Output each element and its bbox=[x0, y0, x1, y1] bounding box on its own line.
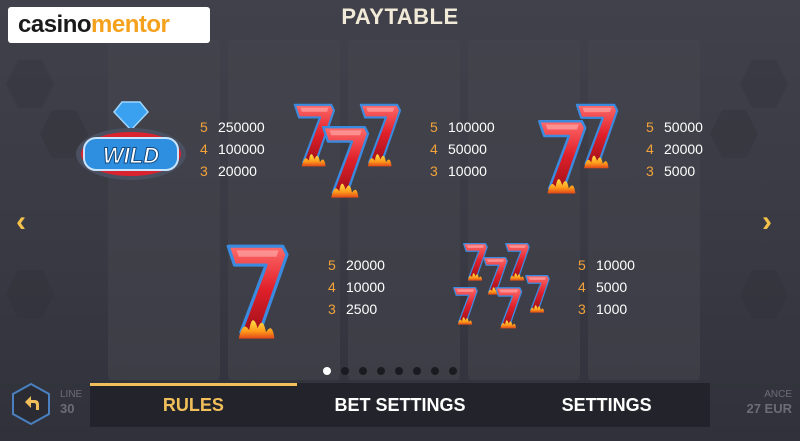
pay-value: 50000 bbox=[448, 141, 487, 157]
pay-count: 4 bbox=[430, 141, 438, 157]
line-label: LINE bbox=[60, 389, 83, 400]
tab-bar: RULES BET SETTINGS SETTINGS bbox=[90, 383, 710, 427]
hex-decoration bbox=[6, 270, 54, 318]
pay-row: 3 20000 bbox=[200, 160, 265, 182]
pay-count: 3 bbox=[646, 163, 654, 179]
hex-decoration bbox=[740, 270, 788, 318]
single-seven-symbol bbox=[218, 240, 302, 341]
pay-row: 4 10000 bbox=[328, 276, 385, 298]
pay-value: 10000 bbox=[448, 163, 487, 179]
hex-decoration bbox=[740, 60, 788, 108]
pay-count: 5 bbox=[200, 119, 208, 135]
double-seven-symbol bbox=[534, 100, 634, 200]
active-tab-indicator bbox=[90, 383, 297, 386]
pay-value: 20000 bbox=[346, 257, 385, 273]
pay-row: 3 10000 bbox=[430, 160, 495, 182]
single-seven-paytable: 5 20000 4 10000 3 2500 bbox=[328, 254, 385, 320]
tab-rules[interactable]: RULES bbox=[90, 383, 297, 427]
pay-count: 3 bbox=[430, 163, 438, 179]
pay-value: 5000 bbox=[596, 279, 628, 295]
balance-label: ANCE bbox=[764, 389, 792, 400]
pay-count: 4 bbox=[200, 141, 208, 157]
mini-sevens-paytable: 5 10000 4 5000 3 1000 bbox=[578, 254, 635, 320]
pay-count: 4 bbox=[578, 279, 586, 295]
triple-seven-paytable: 5 100000 4 50000 3 10000 bbox=[430, 116, 495, 182]
pay-row: 5 20000 bbox=[328, 254, 385, 276]
page-dot[interactable] bbox=[449, 367, 457, 375]
pay-count: 5 bbox=[646, 119, 654, 135]
pay-value: 10000 bbox=[596, 257, 635, 273]
hex-decoration bbox=[6, 60, 54, 108]
mini-sevens-symbol bbox=[450, 240, 564, 340]
line-partial-text: LINE 30 bbox=[60, 388, 82, 416]
chevron-left-icon[interactable]: ‹ bbox=[16, 205, 26, 239]
pay-row: 5 10000 bbox=[578, 254, 635, 276]
pay-count: 3 bbox=[200, 163, 208, 179]
pay-value: 250000 bbox=[218, 119, 265, 135]
reel-column bbox=[108, 40, 220, 380]
tab-settings[interactable]: SETTINGS bbox=[503, 383, 710, 427]
pay-count: 4 bbox=[646, 141, 654, 157]
page-dot[interactable] bbox=[395, 367, 403, 375]
pay-count: 5 bbox=[578, 257, 586, 273]
pay-value: 50000 bbox=[664, 119, 703, 135]
hex-decoration bbox=[710, 110, 758, 158]
double-seven-paytable: 5 50000 4 20000 3 5000 bbox=[646, 116, 703, 182]
pay-row: 5 50000 bbox=[646, 116, 703, 138]
back-arrow-icon bbox=[12, 382, 50, 426]
pay-row: 5 100000 bbox=[430, 116, 495, 138]
page-indicator bbox=[323, 367, 457, 375]
pay-row: 5 250000 bbox=[200, 116, 265, 138]
reel-column bbox=[588, 40, 700, 380]
page-dot[interactable] bbox=[323, 367, 331, 375]
pay-row: 3 5000 bbox=[646, 160, 703, 182]
pay-row: 4 100000 bbox=[200, 138, 265, 160]
pay-count: 3 bbox=[328, 301, 336, 317]
pay-value: 100000 bbox=[448, 119, 495, 135]
reel-column bbox=[348, 40, 460, 380]
wild-paytable: 5 250000 4 100000 3 20000 bbox=[200, 116, 265, 182]
pay-value: 1000 bbox=[596, 301, 628, 317]
tab-bet-settings[interactable]: BET SETTINGS bbox=[297, 383, 504, 427]
pay-row: 3 2500 bbox=[328, 298, 385, 320]
pay-count: 3 bbox=[578, 301, 586, 317]
page-dot[interactable] bbox=[359, 367, 367, 375]
pay-count: 5 bbox=[328, 257, 336, 273]
page-dot[interactable] bbox=[341, 367, 349, 375]
pay-row: 4 20000 bbox=[646, 138, 703, 160]
page-dot[interactable] bbox=[377, 367, 385, 375]
pay-row: 4 5000 bbox=[578, 276, 635, 298]
line-value: 30 bbox=[60, 401, 75, 416]
pay-value: 5000 bbox=[664, 163, 696, 179]
page-dot[interactable] bbox=[431, 367, 439, 375]
pay-value: 20000 bbox=[218, 163, 257, 179]
page-title: PAYTABLE bbox=[341, 4, 459, 29]
chevron-right-icon[interactable]: › bbox=[762, 205, 772, 239]
balance-value: 27 EUR bbox=[746, 401, 792, 416]
pay-value: 2500 bbox=[346, 301, 378, 317]
wild-label: WILD bbox=[103, 143, 159, 168]
triple-seven-symbol bbox=[288, 100, 418, 200]
pay-row: 3 1000 bbox=[578, 298, 635, 320]
page-dot[interactable] bbox=[413, 367, 421, 375]
pay-value: 10000 bbox=[346, 279, 385, 295]
pay-count: 4 bbox=[328, 279, 336, 295]
pay-row: 4 50000 bbox=[430, 138, 495, 160]
pay-count: 5 bbox=[430, 119, 438, 135]
pay-value: 100000 bbox=[218, 141, 265, 157]
balance-partial-text: ANCE 27 EUR bbox=[712, 388, 792, 416]
wild-symbol: WILD bbox=[72, 100, 190, 192]
back-button[interactable] bbox=[11, 382, 51, 426]
pay-value: 20000 bbox=[664, 141, 703, 157]
